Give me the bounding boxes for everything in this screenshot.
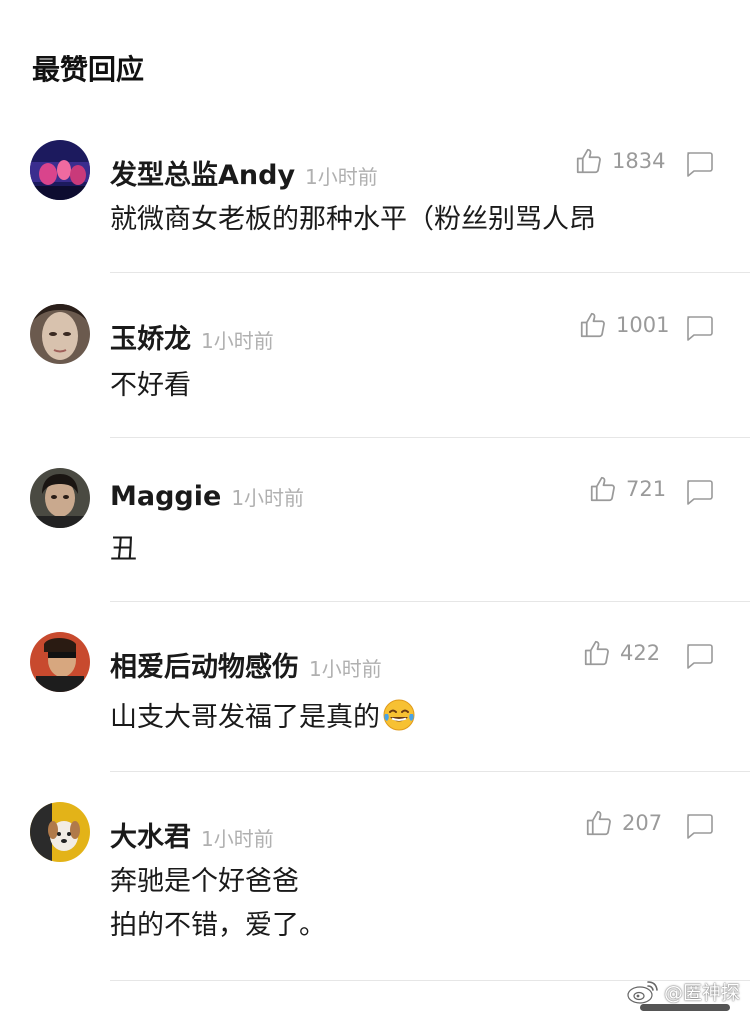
comment-item: 玉娇龙 1小时前 1001 不好看 [0,304,750,438]
weibo-logo-icon [627,981,658,1004]
like-button[interactable]: 1834 [574,146,665,176]
comment-line-text: 山支大哥发福了是真的 [110,702,380,733]
comment-time: 1小时前 [201,827,274,851]
avatar[interactable] [30,140,90,200]
like-button[interactable]: 422 [582,638,660,668]
like-count: 1001 [616,313,670,337]
comment-text: 山支大哥发福了是真的 [110,696,416,740]
speech-bubble-icon[interactable] [684,478,714,506]
avatar[interactable] [30,632,90,692]
divider [110,771,750,772]
username-text[interactable]: Maggie [110,481,221,512]
home-indicator [640,1004,730,1011]
like-count: 207 [622,811,663,835]
comment-line: 山支大哥发福了是真的 [110,696,416,740]
username[interactable]: 大水君 1小时前 [110,815,274,854]
like-button[interactable]: 207 [584,808,662,838]
username[interactable]: 玉娇龙 1小时前 [110,317,274,356]
comment-item: Maggie 1小时前 721 丑 [0,468,750,602]
username-text[interactable]: 玉娇龙 [110,324,191,355]
divider [110,601,750,602]
username-text[interactable]: 发型总监Andy [110,160,295,191]
like-count: 1834 [612,149,666,173]
comment-time: 1小时前 [305,165,378,189]
comment-text: 奔驰是个好爸爸 拍的不错，爱了。 [110,860,326,948]
username[interactable]: 发型总监Andy 1小时前 [110,153,378,192]
thumbs-up-icon [586,810,611,836]
speech-bubble-icon[interactable] [684,150,714,178]
comment-text: 不好看 [110,364,191,408]
username-text[interactable]: 相爱后动物感伤 [110,652,299,683]
like-button[interactable]: 1001 [578,310,669,340]
section-title: 最赞回应 [32,53,145,86]
comment-text: 丑 [110,528,137,572]
tears-of-joy-emoji-icon [383,699,415,731]
comment-item: 相爱后动物感伤 1小时前 422 山支大哥发福了是真的 [0,632,750,772]
avatar[interactable] [30,304,90,364]
thumbs-up-icon [584,640,609,666]
comment-line: 就微商女老板的那种水平（粉丝别骂人昂 [110,204,596,235]
username-text[interactable]: 大水君 [110,822,191,853]
divider [110,272,750,273]
avatar[interactable] [30,802,90,862]
like-count: 422 [620,641,661,665]
speech-bubble-icon[interactable] [684,314,714,342]
comment-time: 1小时前 [231,486,305,510]
watermark-text: @匿神探 [664,981,741,1004]
comment-time: 1小时前 [309,657,382,681]
comment-item: 发型总监Andy 1小时前 1834 就微商女老板的那种水平（粉丝别骂人昂 [0,140,750,274]
like-count: 721 [626,477,667,501]
speech-bubble-icon[interactable] [684,642,714,670]
comment-line: 丑 [110,534,137,565]
speech-bubble-icon[interactable] [684,812,714,840]
avatar[interactable] [30,468,90,528]
comment-line: 不好看 [110,370,191,401]
comment-item: 大水君 1小时前 207 奔驰是个好爸爸 拍的不错，爱了。 [0,802,750,982]
comment-text: 就微商女老板的那种水平（粉丝别骂人昂 [110,198,596,242]
comment-line: 拍的不错，爱了。 [110,910,326,941]
watermark: @匿神探 [626,976,740,1006]
thumbs-up-icon [580,312,605,338]
username[interactable]: Maggie 1小时前 [110,481,304,512]
username[interactable]: 相爱后动物感伤 1小时前 [110,645,382,684]
like-button[interactable]: 721 [588,474,666,504]
comment-time: 1小时前 [201,329,274,353]
divider [110,437,750,438]
comment-line: 奔驰是个好爸爸 [110,866,299,897]
thumbs-up-icon [590,476,615,502]
thumbs-up-icon [576,148,601,174]
